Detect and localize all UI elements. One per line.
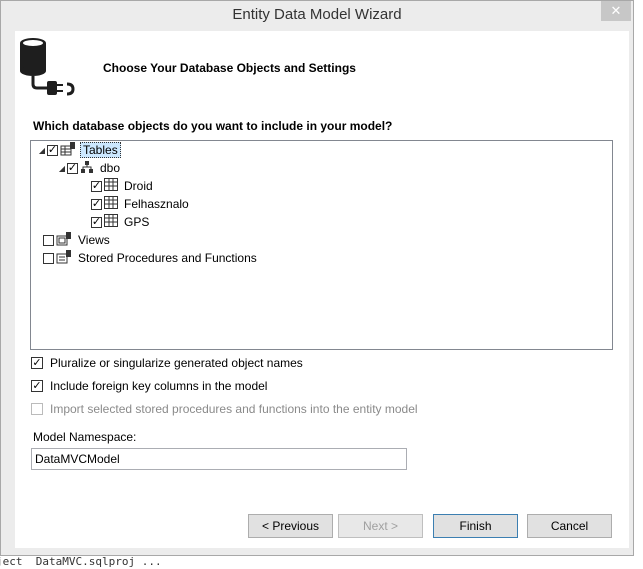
next-button: Next > [338,514,423,538]
wizard-window: Entity Data Model Wizard ✕ Choose Your D… [0,0,634,556]
title-bar: Entity Data Model Wizard ✕ [1,1,633,31]
header-title: Choose Your Database Objects and Setting… [103,61,356,75]
expand-arrow-icon[interactable]: ◢ [37,146,47,155]
previous-button[interactable]: < Previous [248,514,333,538]
table-icon [104,214,118,230]
pluralize-checkbox[interactable] [31,357,43,369]
tree-label[interactable]: Stored Procedures and Functions [76,251,259,265]
views-checkbox[interactable] [43,234,54,246]
foreign-keys-label[interactable]: Include foreign key columns in the model [50,379,267,393]
table-checkbox[interactable] [91,216,102,228]
procedures-checkbox[interactable] [43,252,54,264]
import-procs-checkbox [31,403,43,415]
wizard-header: Choose Your Database Objects and Setting… [15,31,629,107]
table-icon [104,178,118,194]
namespace-label: Model Namespace: [33,430,137,444]
close-button[interactable]: ✕ [601,1,631,21]
tree-node-table[interactable]: GPS [81,213,151,231]
tree-node-procedures[interactable]: Stored Procedures and Functions [43,249,259,267]
database-objects-tree[interactable]: ◢ Tables ◢ dbo [30,140,613,350]
window-title: Entity Data Model Wizard [232,6,402,23]
expand-arrow-icon[interactable]: ◢ [57,164,67,173]
table-checkbox[interactable] [91,180,102,192]
tree-label[interactable]: Views [76,233,112,247]
tree-node-table[interactable]: Felhasznalo [81,195,191,213]
tree-label[interactable]: GPS [122,215,151,229]
tree-label[interactable]: Droid [122,179,155,193]
finish-button[interactable]: Finish [433,514,518,538]
import-procs-label: Import selected stored procedures and fu… [50,402,418,416]
namespace-input[interactable] [31,448,407,470]
table-icon [104,196,118,212]
tree-node-tables[interactable]: ◢ Tables [37,141,121,159]
tree-label[interactable]: dbo [98,161,122,175]
tree-node-views[interactable]: Views [43,231,112,249]
pluralize-label[interactable]: Pluralize or singularize generated objec… [50,356,303,370]
schema-icon [80,160,94,177]
tree-node-dbo[interactable]: ◢ dbo [57,159,122,177]
tables-folder-icon [60,141,76,159]
background-ide-text: ject DataMVC.sqlproj ... [0,555,162,568]
foreign-keys-checkbox[interactable] [31,380,43,392]
import-procs-option: Import selected stored procedures and fu… [31,402,418,416]
question-label: Which database objects do you want to in… [33,119,393,133]
tree-label[interactable]: Tables [80,142,121,158]
cancel-button[interactable]: Cancel [527,514,612,538]
procedures-folder-icon [56,249,72,267]
foreign-keys-option[interactable]: Include foreign key columns in the model [31,379,267,393]
tree-node-table[interactable]: Droid [81,177,155,195]
dbo-checkbox[interactable] [67,162,78,174]
database-plug-icon [17,34,87,99]
table-checkbox[interactable] [91,198,102,210]
tables-checkbox[interactable] [47,144,58,156]
views-folder-icon [56,231,72,249]
tree-label[interactable]: Felhasznalo [122,197,191,211]
pluralize-option[interactable]: Pluralize or singularize generated objec… [31,356,303,370]
wizard-content: Which database objects do you want to in… [15,106,629,548]
